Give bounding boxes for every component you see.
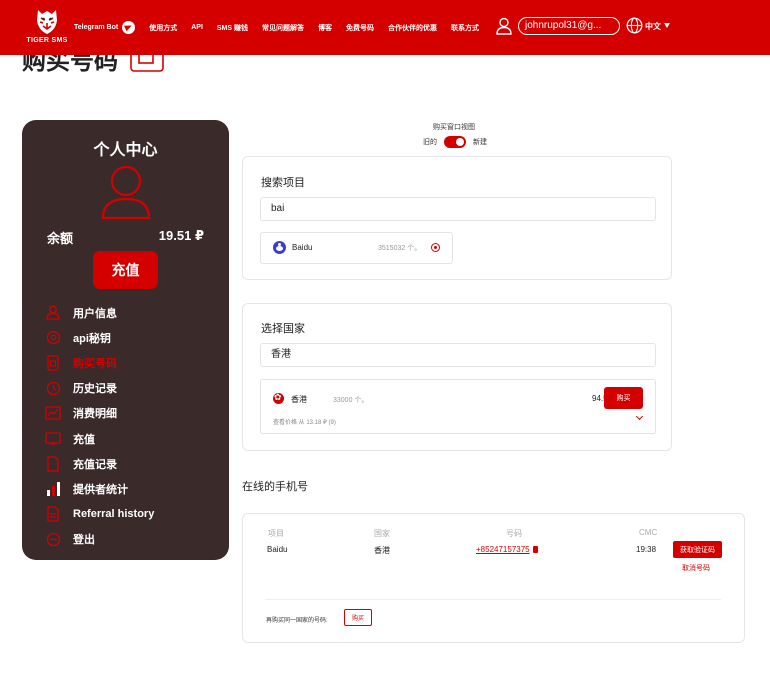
rebuy-button[interactable]: 购买 (344, 609, 372, 626)
online-numbers-card: 项目 国家 号码 CMC Baidu 香港 +85247157375 19:38… (242, 513, 745, 643)
sidebar-title: 个人中心 (93, 142, 158, 159)
view-toggle-title: 购买窗口视图 (433, 124, 475, 131)
nav-partner-offers[interactable]: 合作伙伴的优惠 (388, 23, 437, 33)
header-service: 项目 (268, 529, 284, 538)
telegram-icon (122, 21, 136, 34)
header-country: 国家 (374, 529, 390, 538)
key-icon (44, 330, 62, 346)
referral-icon (44, 506, 62, 522)
nav-faq[interactable]: 常见问题解答 (262, 23, 304, 33)
phone-icon (44, 355, 62, 371)
service-radio[interactable] (431, 243, 440, 252)
search-service-title: 搜索项目 (261, 177, 305, 189)
language-selector[interactable]: 中文 (645, 21, 661, 32)
phone-number[interactable]: +85247157375 (476, 545, 530, 554)
header-number: 号码 (506, 529, 522, 538)
page-title-area: 购买号码 (0, 55, 400, 75)
stats-icon (44, 481, 62, 497)
account-email-button[interactable]: johnrupol31@g... (518, 17, 620, 35)
rebuy-label: 再购买同一国家的号码: (266, 618, 328, 624)
country-name: 香港 (291, 395, 307, 404)
select-country-card: 选择国家 香港 香港 33000 个。 94.5₽ 购买 查看价格 从 13.1… (242, 303, 672, 451)
country-result-hong-kong[interactable]: 香港 33000 个。 94.5₽ 购买 查看价格 从 13.18 ₽ (9) (260, 379, 656, 434)
balance-value: 19.51 ₽ (158, 228, 204, 243)
nav-free-numbers[interactable]: 免费号码 (346, 23, 374, 33)
sidebar-item-user-info[interactable]: 用户信息 (44, 300, 224, 325)
sidebar-item-api-key[interactable]: api秘钥 (44, 325, 224, 350)
wallet-icon (44, 431, 62, 447)
country-search-input[interactable]: 香港 (260, 343, 656, 367)
online-numbers-title: 在线的手机号 (242, 481, 308, 493)
account-sidebar: 个人中心 余额 19.51 ₽ 充值 用户信息 api秘钥 购买号码 历史记录 … (22, 120, 229, 560)
tiger-sms-logo[interactable]: TIGER SMS (22, 6, 72, 50)
service-search-input[interactable]: bai (260, 197, 656, 221)
main-nav: Telegram Bot 使用方式 API SMS 赚钱 常见问题解答 博客 免… (74, 0, 493, 55)
new-view-label: 新建 (473, 139, 487, 146)
row-service: Baidu (267, 545, 288, 554)
baidu-icon (273, 241, 286, 254)
globe-icon[interactable] (626, 17, 643, 34)
nav-how-to-use[interactable]: 使用方式 (149, 23, 177, 33)
avatar-icon (101, 165, 151, 220)
row-number[interactable]: +85247157375 (476, 545, 538, 554)
header-cmc: CMC (639, 528, 658, 537)
logo-text: TIGER SMS (26, 37, 68, 44)
get-code-button[interactable]: 获取验证码 (673, 541, 722, 558)
tiger-head-icon (37, 10, 57, 34)
service-result-baidu[interactable]: Baidu 3515032 个。 (260, 232, 453, 264)
sidebar-item-topup-history[interactable]: 充值记录 (44, 451, 224, 476)
sidebar-item-history[interactable]: 历史记录 (44, 376, 224, 401)
divider (265, 599, 721, 600)
nav-api[interactable]: API (191, 24, 203, 31)
hong-kong-flag-icon (273, 392, 284, 404)
service-count: 3515032 个。 (378, 245, 422, 252)
select-country-title: 选择国家 (261, 323, 305, 335)
chart-icon (44, 405, 62, 421)
row-cmc-time: 19:38 (636, 545, 657, 554)
search-service-card: 搜索项目 bai Baidu 3515032 个。 (242, 156, 672, 280)
nav-telegram-bot[interactable]: Telegram Bot (74, 21, 136, 34)
row-country: 香港 (374, 546, 390, 555)
sidebar-item-provider-stats[interactable]: 提供者统计 (44, 476, 224, 501)
page-title: 购买号码 (22, 55, 118, 75)
chevron-down-icon[interactable] (635, 412, 644, 421)
country-count: 33000 个。 (333, 397, 369, 404)
old-view-label: 旧的 (423, 139, 437, 146)
top-header: TIGER SMS Telegram Bot 使用方式 API SMS 赚钱 常… (0, 0, 770, 55)
buy-button[interactable]: 购买 (604, 387, 643, 409)
user-icon[interactable] (496, 17, 512, 35)
user-icon (44, 305, 62, 321)
sidebar-item-buy-number[interactable]: 购买号码 (44, 350, 224, 375)
view-toggle: 旧的 新建 (423, 136, 487, 148)
view-toggle-switch[interactable] (444, 136, 466, 148)
sim-card-icon (130, 55, 164, 72)
sidebar-item-referral-history[interactable]: Referral history (44, 502, 224, 527)
nav-contacts[interactable]: 联系方式 (451, 23, 479, 33)
balance-label: 余额 (47, 231, 74, 246)
sidebar-menu: 用户信息 api秘钥 购买号码 历史记录 消费明细 充值 充值记录 提供者统计 … (44, 300, 224, 552)
price-note: 查看价格 从 13.18 ₽ (9) (273, 420, 336, 426)
service-name: Baidu (292, 243, 313, 252)
chevron-down-icon[interactable] (664, 23, 670, 28)
document-icon (44, 456, 62, 472)
sidebar-item-spending[interactable]: 消费明细 (44, 401, 224, 426)
sidebar-item-topup[interactable]: 充值 (44, 426, 224, 451)
nav-sms-earn[interactable]: SMS 赚钱 (217, 23, 248, 33)
sidebar-item-logout[interactable]: 登出 (44, 527, 224, 552)
nav-blog[interactable]: 博客 (318, 23, 332, 33)
copy-icon[interactable] (532, 546, 538, 554)
cancel-number-link[interactable]: 取消号码 (682, 563, 710, 573)
history-icon (44, 380, 62, 396)
topup-button[interactable]: 充值 (93, 251, 158, 289)
logout-icon (44, 531, 62, 547)
